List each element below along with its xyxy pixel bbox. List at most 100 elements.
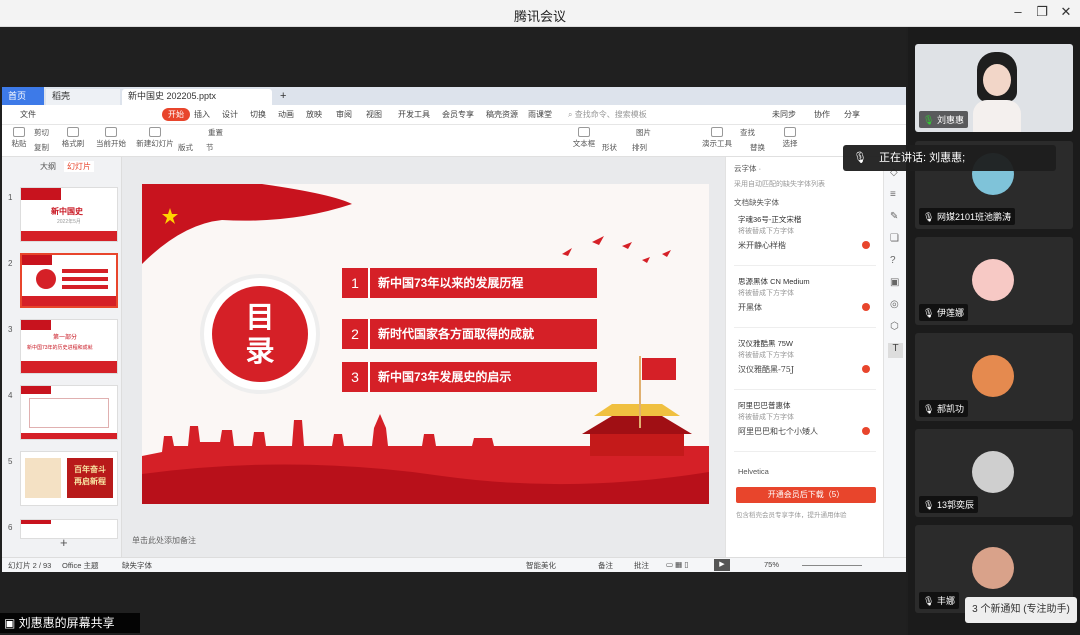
font-card[interactable]: 阿里巴巴普惠体 将被替成下方字体 阿里巴巴和七个小矮人 xyxy=(734,397,876,452)
location-icon[interactable]: ◎ xyxy=(890,299,899,310)
download-icon[interactable] xyxy=(862,303,870,311)
tab-home[interactable]: 首页 xyxy=(2,87,44,105)
font-card[interactable]: 字魂36号-正文宋楷 将被替成下方字体 米开静心样楷 xyxy=(734,211,876,266)
avatar xyxy=(972,259,1014,301)
thumb-title: 新中国史 xyxy=(51,207,83,216)
beautify-button[interactable]: 智能美化 xyxy=(526,560,556,571)
layout-button[interactable]: 版式 xyxy=(178,142,193,153)
play-slideshow-icon[interactable]: ▶ xyxy=(714,559,730,571)
toc-item-3[interactable]: 3 新中国73年发展史的启示 xyxy=(342,362,597,392)
add-slide-icon[interactable]: + xyxy=(60,535,68,550)
slide-canvas: 目录 1 新中国73年以来的发展历程 2 新时代国家各方面取得的成就 3 新中国… xyxy=(122,157,725,557)
slide-thumbnail-3[interactable]: 第一部分 新中国73年的历史进程和成就 xyxy=(20,319,118,374)
menu-insert[interactable]: 插入 xyxy=(194,109,210,120)
image-icon[interactable]: ▣ xyxy=(890,277,899,288)
menu-start[interactable]: 开始 xyxy=(162,108,190,121)
font-tool-icon[interactable]: T xyxy=(888,343,903,358)
participant-name: 🎙 丰娜 xyxy=(919,592,959,609)
toc-number: 3 xyxy=(342,362,370,392)
toc-item-2[interactable]: 2 新时代国家各方面取得的成就 xyxy=(342,319,597,349)
menu-view[interactable]: 视图 xyxy=(366,109,382,120)
close-icon[interactable]: ✕ xyxy=(1056,4,1076,20)
menu-rain-classroom[interactable]: 雨课堂 xyxy=(528,109,552,120)
participant-video[interactable]: 🎙 刘惠惠 xyxy=(915,44,1073,132)
share-button[interactable]: 分享 xyxy=(844,109,860,120)
help-icon[interactable]: ? xyxy=(890,255,896,266)
copy-button[interactable]: 复制 xyxy=(34,142,49,153)
replace-button[interactable]: 替换 xyxy=(750,142,765,153)
font-card[interactable]: 思源黑体 CN Medium 将被替成下方字体 开黑体 xyxy=(734,273,876,328)
mic-muted-icon: 🎙 xyxy=(923,308,937,318)
menu-review[interactable]: 审阅 xyxy=(336,109,352,120)
missing-font-status[interactable]: 缺失字体 xyxy=(122,560,152,571)
select-button[interactable]: 选择 xyxy=(778,127,802,149)
menu-transition[interactable]: 切换 xyxy=(250,109,266,120)
slide-thumbnail-5[interactable]: 百年奋斗 再启新程 xyxy=(20,451,118,506)
add-tab-icon[interactable]: + xyxy=(274,89,292,105)
toc-item-1[interactable]: 1 新中国73年以来的发展历程 xyxy=(342,268,597,298)
tab-shell[interactable]: 稻壳 xyxy=(46,89,120,105)
slide-thumbnail-6[interactable] xyxy=(20,519,118,539)
slide-thumbnail-4[interactable] xyxy=(20,385,118,440)
participant-tile[interactable]: 🎙 13郭奕辰 xyxy=(915,429,1073,517)
toc-text: 新中国73年以来的发展历程 xyxy=(378,276,524,290)
paste-button[interactable]: 粘贴 xyxy=(8,127,30,149)
thumb-number: 5 xyxy=(8,457,13,466)
menu-file[interactable]: 文件 xyxy=(20,109,36,120)
reset-button[interactable]: 重置 xyxy=(208,127,223,138)
download-icon[interactable] xyxy=(862,427,870,435)
tab-slides[interactable]: 幻灯片 xyxy=(64,161,94,172)
comments-toggle[interactable]: 批注 xyxy=(634,560,649,571)
mic-on-icon: 🎙 xyxy=(923,115,937,125)
window-title: 腾讯会议 xyxy=(513,9,566,24)
textbox-button[interactable]: 文本框 xyxy=(570,127,598,149)
zoom-slider[interactable] xyxy=(802,565,862,566)
thumb-title: 百年奋斗 xyxy=(74,465,106,474)
participant-tile[interactable]: 🎙 伊莲娜 xyxy=(915,237,1073,325)
present-tool-button[interactable]: 演示工具 xyxy=(702,127,732,149)
download-fonts-button[interactable]: 开通会员后下载（5） xyxy=(736,487,876,503)
menu-dev-tools[interactable]: 开发工具 xyxy=(398,109,430,120)
box-icon[interactable]: ⬡ xyxy=(890,321,899,332)
participant-tile[interactable]: 🎙 郝凯功 xyxy=(915,333,1073,421)
thumb-number: 6 xyxy=(8,523,13,532)
command-search[interactable]: ⌕ 查找命令、搜索模板 xyxy=(568,109,647,120)
menu-animation[interactable]: 动画 xyxy=(278,109,294,120)
new-slide-button[interactable]: 新建幻灯片 xyxy=(136,127,174,149)
sync-status[interactable]: 未同步 xyxy=(772,109,796,120)
thumb-subtitle: 再启新程 xyxy=(74,477,106,486)
menu-resources[interactable]: 稿壳资源 xyxy=(486,109,518,120)
menu-design[interactable]: 设计 xyxy=(222,109,238,120)
slide-thumbnail-1[interactable]: 新中国史 2022年5月 xyxy=(20,187,118,242)
shape-button[interactable]: 形状 xyxy=(602,142,617,153)
settings-icon[interactable]: ≡ xyxy=(890,189,896,200)
right-toolbar: ◇ ≡ ✎ ❏ ? ▣ ◎ ⬡ T xyxy=(883,157,906,557)
notification-toast[interactable]: 3 个新通知 (专注助手) xyxy=(965,597,1077,623)
menu-member[interactable]: 会员专享 xyxy=(442,109,474,120)
find-button[interactable]: 查找 xyxy=(740,127,755,138)
download-icon[interactable] xyxy=(862,365,870,373)
picture-button[interactable]: 图片 xyxy=(636,127,651,138)
minimize-icon[interactable]: – xyxy=(1008,4,1028,19)
mic-muted-icon: 🎙 xyxy=(923,500,937,510)
current-slide[interactable]: 目录 1 新中国73年以来的发展历程 2 新时代国家各方面取得的成就 3 新中国… xyxy=(142,184,709,504)
section-button[interactable]: 节 xyxy=(206,142,214,153)
menu-slideshow[interactable]: 放映 xyxy=(306,109,322,120)
from-current-button[interactable]: 当前开始 xyxy=(94,127,128,149)
notes-area[interactable]: 单击此处添加备注 xyxy=(132,535,692,551)
format-painter-button[interactable]: 格式刷 xyxy=(60,127,86,149)
arrange-button[interactable]: 排列 xyxy=(632,142,647,153)
notes-toggle[interactable]: 备注 xyxy=(598,560,613,571)
zoom-level[interactable]: 75% xyxy=(764,560,779,569)
slide-thumbnail-2[interactable] xyxy=(20,253,118,308)
font-card[interactable]: 汉仪雅酷黑 75W 将被替成下方字体 汉仪雅酷黑-75J xyxy=(734,335,876,390)
normal-view-icon[interactable]: ▭ ▦ ▯ xyxy=(666,560,688,569)
cut-button[interactable]: 剪切 xyxy=(34,127,49,138)
collab-button[interactable]: 协作 xyxy=(814,109,830,120)
restore-icon[interactable]: ❐ xyxy=(1032,4,1052,20)
download-icon[interactable] xyxy=(862,241,870,249)
pin-icon[interactable]: ✎ xyxy=(890,211,898,222)
tab-document[interactable]: 新中国史 202205.pptx xyxy=(122,89,272,105)
tab-outline[interactable]: 大纲 xyxy=(40,161,56,172)
copy-icon[interactable]: ❏ xyxy=(890,233,899,244)
